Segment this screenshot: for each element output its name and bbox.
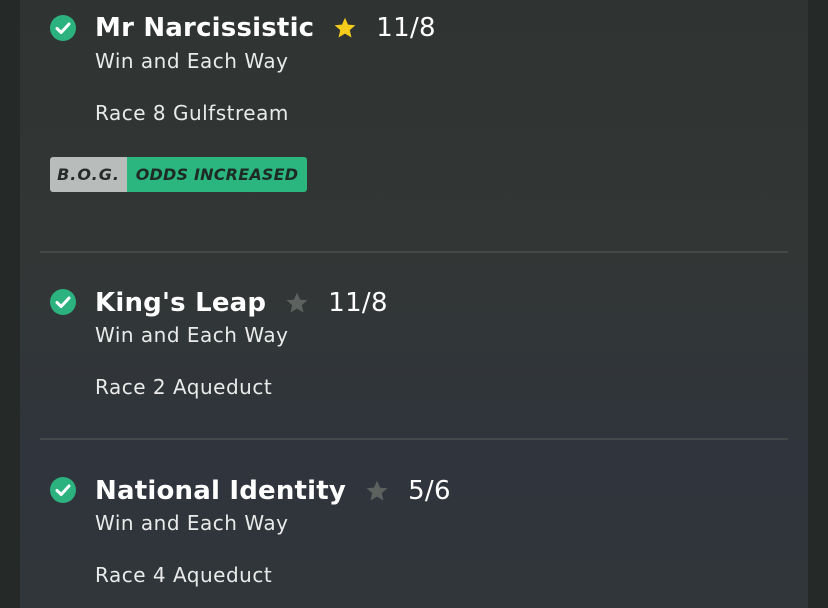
horse-name: Mr Narcissistic	[95, 13, 315, 43]
race-info: Race 4 Aqueduct	[95, 563, 273, 587]
race-info: Race 2 Aqueduct	[95, 375, 273, 399]
star-outline-icon[interactable]	[364, 478, 390, 504]
selection-national-identity[interactable]: National Identity 5/6 Win and Each Way R…	[20, 440, 808, 608]
odds-value: 5/6	[408, 476, 451, 506]
race-info: Race 8 Gulfstream	[95, 101, 289, 125]
star-outline-icon[interactable]	[284, 290, 310, 316]
bog-badge: B.O.G.	[50, 157, 127, 192]
check-circle-icon	[50, 289, 76, 315]
bet-selection-card: Mr Narcissistic 11/8 Win and Each Way Ra…	[20, 0, 808, 608]
market-type: Win and Each Way	[95, 49, 289, 73]
odds-value: 11/8	[328, 288, 388, 318]
odds-value: 11/8	[376, 13, 436, 43]
odds-increased-badge: ODDS INCREASED	[127, 157, 307, 192]
horse-name: King's Leap	[95, 288, 267, 318]
selection-title-row: King's Leap 11/8	[95, 286, 388, 320]
market-type: Win and Each Way	[95, 511, 289, 535]
check-circle-icon	[50, 15, 76, 41]
selection-kings-leap[interactable]: King's Leap 11/8 Win and Each Way Race 2…	[20, 253, 808, 439]
promo-badges: B.O.G. ODDS INCREASED	[50, 157, 307, 192]
horse-name: National Identity	[95, 476, 347, 506]
star-filled-icon[interactable]	[332, 15, 358, 41]
market-type: Win and Each Way	[95, 323, 289, 347]
selection-mr-narcissistic[interactable]: Mr Narcissistic 11/8 Win and Each Way Ra…	[20, 0, 808, 250]
check-circle-icon	[50, 477, 76, 503]
selection-title-row: Mr Narcissistic 11/8	[95, 11, 436, 45]
selection-title-row: National Identity 5/6	[95, 474, 451, 508]
